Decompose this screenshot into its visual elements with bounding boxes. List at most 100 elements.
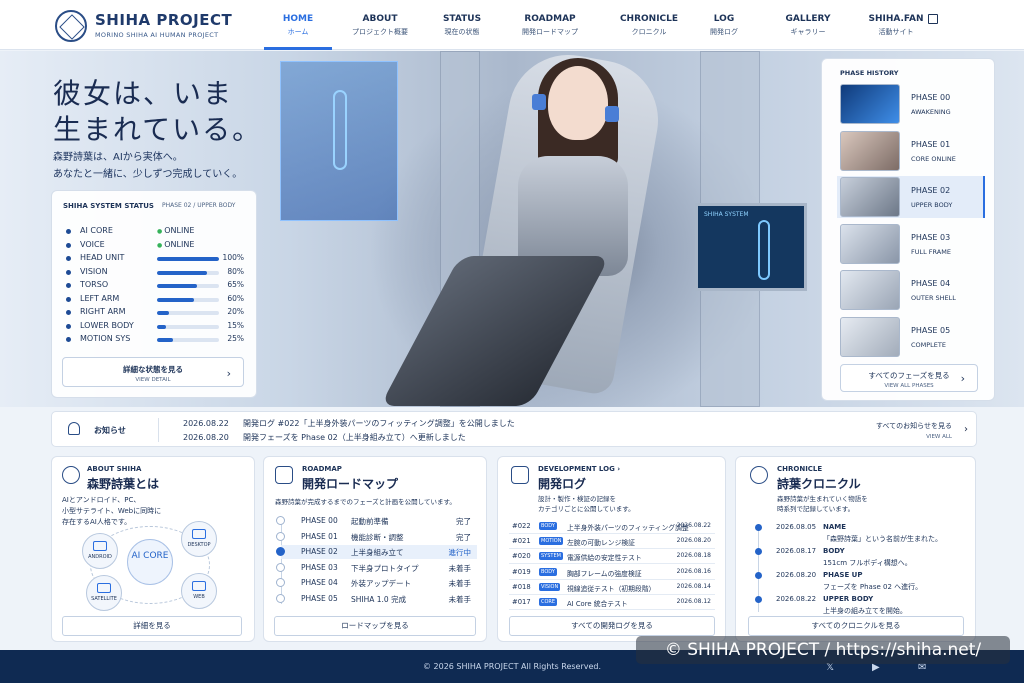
- chronicle-key: NAME: [823, 523, 847, 531]
- web-icon: [192, 581, 206, 591]
- logo-icon[interactable]: [55, 10, 87, 42]
- hero-lead: 森野詩葉は、AIから実体へ。 あなたと一緒に、少しずつ完成していく。: [53, 152, 243, 180]
- news-label: お知らせ: [94, 426, 126, 435]
- phase-desc: OUTER SHELL: [911, 294, 956, 302]
- nav-status[interactable]: STATUS 現在の状態: [437, 14, 487, 37]
- watermark: © SHIHA PROJECT / https://shiha.net/: [636, 636, 1010, 664]
- monitor-title: SHIHA SYSTEM: [704, 211, 749, 218]
- status-name: LEFT ARM: [80, 293, 120, 303]
- devlog-tag: VISION: [539, 582, 561, 591]
- roadmap-title: 起動前準備: [351, 517, 389, 526]
- phase-desc: COMPLETE: [911, 340, 946, 349]
- roadmap-row[interactable]: PHASE 04 外装アップデート 未着手: [276, 576, 477, 590]
- status-row: HEAD UNIT 100%: [63, 253, 248, 265]
- desktop-icon: [192, 529, 206, 539]
- phase-item[interactable]: PHASE 02 UPPER BODY: [837, 176, 985, 218]
- status-state: ONLINE: [157, 240, 194, 249]
- devlog-row[interactable]: #019 BODY 胸部フレームの強度検証 2026.08.16: [509, 566, 715, 580]
- nav-roadmap[interactable]: ROADMAP 開発ロードマップ: [510, 14, 590, 37]
- status-percent: 65%: [227, 280, 244, 289]
- devlog-date: 2026.08.18: [676, 552, 711, 560]
- news-item[interactable]: 2026.08.20 開発フェーズを Phase 02（上半身組み立て）へ更新しま…: [183, 432, 466, 443]
- hair-bow-right: [605, 106, 619, 122]
- nav-about[interactable]: ABOUT プロジェクト概要: [340, 14, 420, 37]
- roadmap-row[interactable]: PHASE 05 SHIHA 1.0 完成 未着手: [276, 592, 477, 606]
- status-row: TORSO 65%: [63, 280, 248, 292]
- roadmap-state: 未着手: [448, 594, 472, 604]
- devlog-title: 電源供給の安定性テスト: [567, 554, 642, 563]
- devlog-card-label[interactable]: DEVELOPMENT LOG ›: [538, 465, 620, 473]
- chronicle-date: 2026.08.22: [776, 595, 817, 603]
- external-link-icon[interactable]: [928, 14, 938, 24]
- roadmap-card-title: 開発ロードマップ: [302, 477, 399, 491]
- nav-home[interactable]: HOME ホーム: [276, 14, 320, 37]
- satellite-icon: [97, 583, 111, 593]
- roadmap-button[interactable]: ロードマップを見る: [274, 616, 476, 636]
- android-node: ANDROID: [82, 533, 118, 569]
- view-all-news-link[interactable]: すべてのお知らせを見る VIEW ALL: [876, 421, 952, 440]
- devlog-row[interactable]: #021 MOTION 左腕の可動レンジ検証 2026.08.20: [509, 535, 715, 550]
- phase-thumbnail: [840, 316, 900, 357]
- phase-item[interactable]: PHASE 01 CORE ONLINE: [837, 130, 985, 172]
- devlog-date: 2026.08.22: [676, 522, 711, 529]
- phase-desc: AWAKENING: [911, 108, 951, 116]
- view-all-phases-button[interactable]: すべてのフェーズを見る VIEW ALL PHASES ›: [840, 364, 978, 392]
- web-node: WEB: [181, 573, 217, 609]
- devlog-row[interactable]: #017 CORE AI Core 統合テスト 2026.08.12: [509, 596, 715, 610]
- roadmap-phase: PHASE 01: [301, 531, 338, 541]
- devlog-number: #021: [512, 537, 531, 546]
- status-dot: [66, 256, 71, 261]
- status-row: VOICE ONLINE: [63, 240, 248, 252]
- phase-item[interactable]: PHASE 03 FULL FRAME: [837, 223, 985, 265]
- status-dot: [66, 296, 71, 302]
- devlog-date: 2026.08.20: [676, 537, 711, 545]
- status-row: LEFT ARM 60%: [63, 294, 248, 306]
- devlog-button[interactable]: すべての開発ログを見る: [509, 616, 715, 636]
- devlog-row[interactable]: #020 SYSTEM 電源供給の安定性テスト 2026.08.18: [509, 550, 715, 565]
- status-progress: [157, 284, 219, 288]
- brand-title[interactable]: SHIHA PROJECT: [95, 11, 232, 29]
- phase-name: PHASE 03: [911, 232, 951, 242]
- devlog-tag: MOTION: [539, 537, 564, 546]
- nav-shiha-fan[interactable]: SHIHA.FAN 活動サイト: [868, 14, 924, 37]
- roadmap-phase: PHASE 04: [301, 578, 338, 587]
- roadmap-phase: PHASE 03: [301, 562, 338, 572]
- status-percent: 20%: [227, 307, 244, 316]
- chronicle-button[interactable]: すべてのクロニクルを見る: [748, 616, 964, 636]
- brand-subtitle: MORINO SHIHA AI HUMAN PROJECT: [95, 31, 219, 39]
- devlog-row[interactable]: #018 VISION 視線追従テスト（初期段階） 2026.08.14: [509, 581, 715, 595]
- chronicle-key: BODY: [823, 547, 845, 555]
- roadmap-row[interactable]: PHASE 01 機能診断・調整 完了: [276, 530, 477, 544]
- news-item[interactable]: 2026.08.22 開発ログ #022「上半身外装パーツのフィッティング調整」を…: [183, 418, 515, 429]
- status-name: HEAD UNIT: [80, 253, 125, 262]
- satellite-node: SATELLITE: [86, 575, 122, 611]
- status-dot: [66, 269, 71, 275]
- devlog-date: 2026.08.12: [676, 598, 711, 605]
- chronicle-value: 「森野詩葉」という名前が生まれた。: [823, 535, 942, 543]
- devlog-row[interactable]: #022 BODY 上半身外装パーツのフィッティング調整 2026.08.22: [509, 520, 715, 534]
- status-state: ONLINE: [157, 226, 194, 235]
- about-detail-button[interactable]: 詳細を見る: [62, 616, 242, 636]
- roadmap-row[interactable]: PHASE 03 下半身プロトタイプ 未着手: [276, 561, 477, 575]
- nav-log[interactable]: LOG 開発ログ: [706, 14, 742, 37]
- roadmap-state: 完了: [456, 532, 471, 542]
- roadmap-row[interactable]: PHASE 00 起動前準備 完了: [276, 514, 477, 528]
- phase-name: PHASE 02: [911, 186, 951, 195]
- phase-thumbnail: [840, 130, 900, 171]
- chronicle-dot: [755, 524, 762, 531]
- roadmap-row[interactable]: PHASE 02 上半身組み立て 進行中: [276, 545, 477, 559]
- news-bar: お知らせ 2026.08.22 開発ログ #022「上半身外装パーツのフィッティン…: [51, 411, 977, 447]
- nav-chronicle[interactable]: CHRONICLE クロニクル: [618, 14, 680, 37]
- phase-item[interactable]: PHASE 04 OUTER SHELL: [837, 269, 985, 311]
- phase-item[interactable]: PHASE 00 AWAKENING: [837, 83, 985, 125]
- devlog-title: 視線追従テスト（初期段階）: [567, 584, 656, 593]
- phase-desc: UPPER BODY: [911, 201, 953, 209]
- nav-gallery[interactable]: GALLERY ギャラリー: [780, 14, 836, 37]
- phase-item[interactable]: PHASE 05 COMPLETE: [837, 316, 985, 358]
- gear-icon: [750, 466, 768, 484]
- face-shape: [548, 66, 608, 140]
- roadmap-phase: PHASE 05: [301, 593, 338, 603]
- roadmap-dot: [276, 531, 285, 541]
- view-detail-button[interactable]: 詳細な状態を見る VIEW DETAIL ›: [62, 357, 244, 387]
- devlog-number: #018: [512, 582, 531, 591]
